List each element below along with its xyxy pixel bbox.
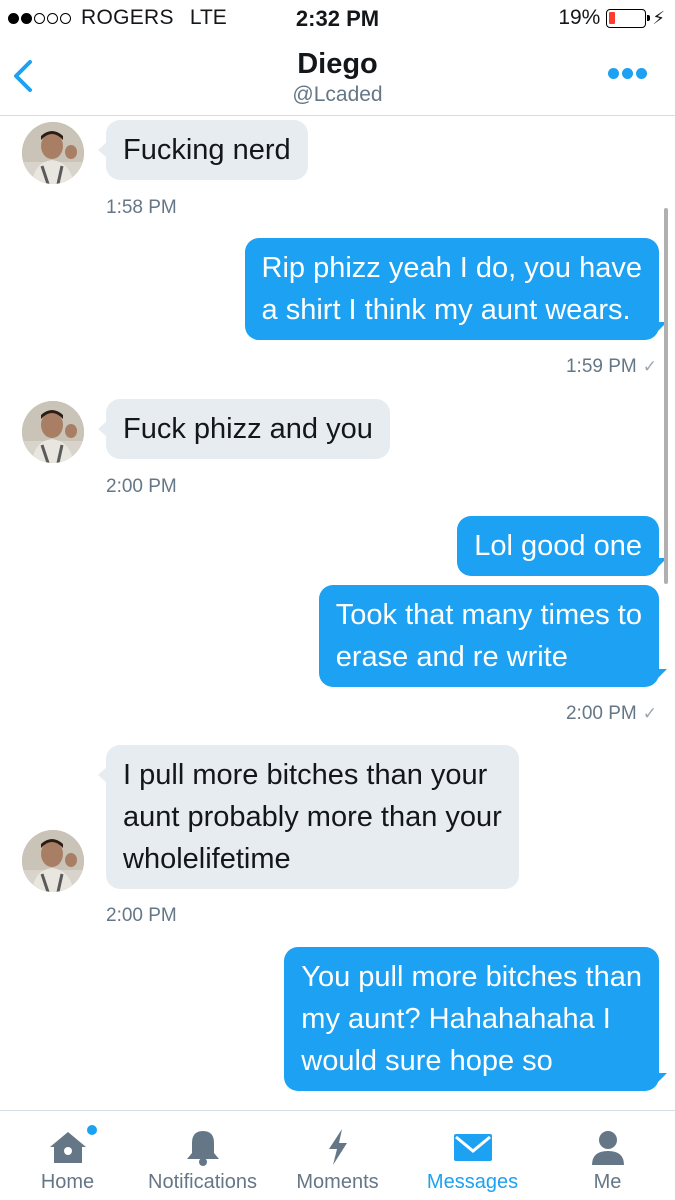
tab-label: Messages	[426, 1171, 519, 1193]
message-timestamp-row: 2:00 PM ✓	[566, 703, 657, 725]
tab-label: Home	[40, 1171, 95, 1193]
tab-moments[interactable]: Moments	[270, 1111, 405, 1200]
sent-message-bubble[interactable]: Lol good one	[457, 516, 667, 576]
contact-name[interactable]: Diego	[0, 48, 675, 81]
message-timestamp: 1:59 PM	[565, 356, 637, 377]
message-timestamp: 2:00 PM	[565, 703, 637, 724]
received-message-bubble[interactable]: Fuck phizz and you	[98, 399, 390, 459]
avatar-photo	[22, 122, 84, 184]
more-options-button[interactable]	[608, 68, 647, 79]
battery-percent: 19%	[558, 6, 601, 29]
status-bar: ROGERS LTE 2:32 PM 19% ⚡︎	[0, 0, 675, 38]
avatar-photo	[22, 830, 84, 892]
contact-avatar[interactable]	[22, 830, 84, 892]
conversation-header: Diego @Lcaded	[0, 38, 675, 116]
more-dot-icon	[608, 68, 619, 79]
bell-icon	[186, 1131, 219, 1166]
tab-label: Moments	[296, 1171, 379, 1193]
battery-nub	[647, 14, 651, 21]
battery-level	[609, 11, 616, 24]
lightning-icon	[328, 1129, 347, 1165]
tab-notifications[interactable]: Notifications	[135, 1111, 270, 1200]
message-timestamp: 2:00 PM	[106, 905, 177, 926]
person-icon	[591, 1131, 624, 1165]
notification-badge	[87, 1125, 97, 1135]
contact-handle[interactable]: @Lcaded	[0, 83, 675, 107]
status-right: 19% ⚡︎	[558, 6, 665, 30]
tab-bar: Home Notifications Moments Messages Me	[0, 1110, 675, 1200]
message-timestamp-row: 1:59 PM ✓	[566, 356, 657, 378]
sent-check-icon: ✓	[642, 704, 657, 723]
contact-avatar[interactable]	[22, 401, 84, 463]
message-thread[interactable]: Fucking nerd 1:58 PM Rip phizz yeah I do…	[0, 117, 675, 1110]
tab-label: Notifications	[148, 1171, 257, 1193]
more-dot-icon	[636, 68, 647, 79]
home-icon	[49, 1132, 86, 1163]
message-timestamp: 1:58 PM	[106, 197, 177, 218]
message-timestamp: 2:00 PM	[106, 476, 177, 497]
avatar-photo	[22, 401, 84, 463]
tab-me[interactable]: Me	[540, 1111, 675, 1200]
charging-bolt-icon: ⚡︎	[652, 7, 665, 28]
battery-icon	[606, 8, 651, 28]
sent-check-icon: ✓	[642, 357, 657, 376]
tab-messages[interactable]: Messages	[405, 1111, 540, 1200]
received-message-bubble[interactable]: I pull more bitches than your aunt proba…	[98, 745, 519, 889]
more-dot-icon	[622, 68, 633, 79]
tab-label: Me	[593, 1171, 622, 1193]
sent-message-bubble[interactable]: You pull more bitches than my aunt? Haha…	[284, 947, 667, 1091]
contact-avatar[interactable]	[22, 122, 84, 184]
scrollbar[interactable]	[664, 208, 668, 584]
sent-message-bubble[interactable]: Took that many times to erase and re wri…	[318, 585, 668, 687]
tab-home[interactable]: Home	[0, 1111, 135, 1200]
received-message-bubble[interactable]: Fucking nerd	[98, 120, 308, 180]
envelope-icon	[453, 1134, 492, 1161]
sent-message-bubble[interactable]: Rip phizz yeah I do, you have a shirt I …	[244, 238, 668, 340]
